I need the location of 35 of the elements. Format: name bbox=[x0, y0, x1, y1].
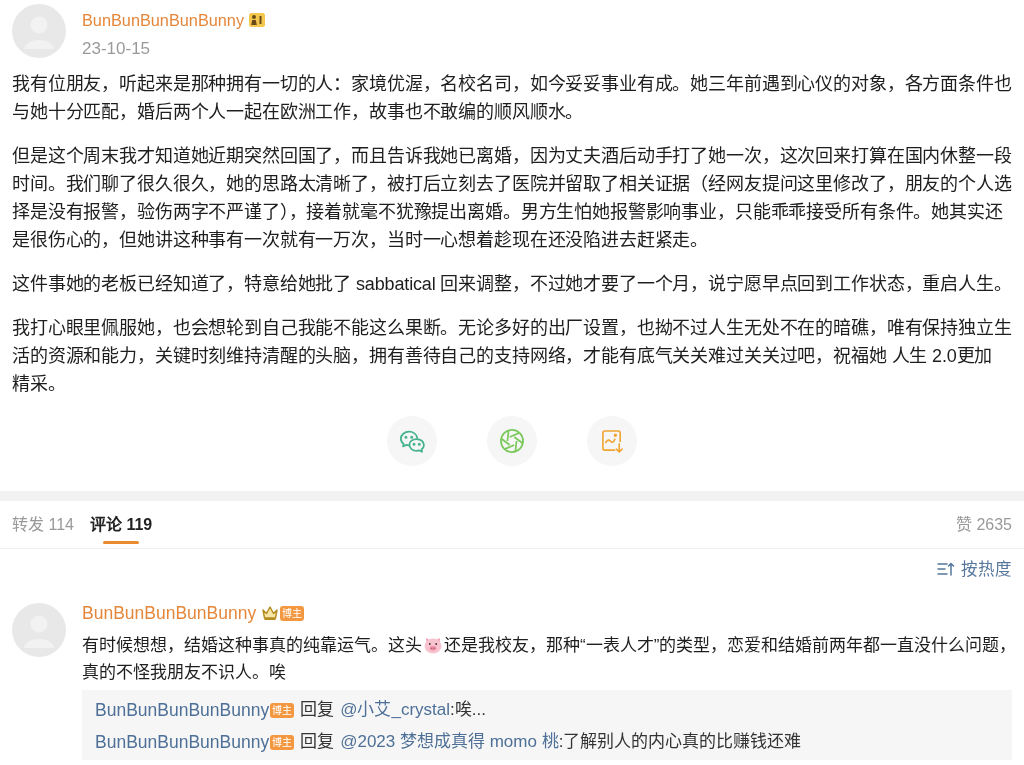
reply-label: 回复 bbox=[300, 699, 335, 722]
post-paragraph: 但是这个周末我才知道她近期突然回国了，而且告诉我她已离婚，因为丈夫酒后动手打了她一次，这次回来打算在国内休整一段 时间。我们聊了很久很久，她的思路太清晰了，被打后立刻去了医院并留取了相关证据（经网友提问这里修改了，朋友的个人选 择是没有报警，验伤两字不严谨了），接着就毫不犹豫提出离婚。男方生怕她报警影响事业，只能乖乖接受所有条件。她其实还 是很伤心的，但她讲这种事有一次就有一万次，当时一心想着趁现在还没陷进去赶紧走。 bbox=[12, 145, 1012, 252]
post-paragraph: 我有位朋友，听起来是那种拥有一切的人：家境优渥，名校名司，如今妥妥事业有成。她三年前遇到心仪的对象，各方面条件也 与她十分匹配，婚后两个人一起在欧洲工作，故事也不敢编的顺风顺水。 bbox=[12, 73, 1012, 124]
crown-icon bbox=[261, 605, 280, 621]
tab[interactable]: 转发 114 bbox=[12, 501, 74, 548]
image-download-icon bbox=[600, 428, 624, 454]
tab[interactable]: 评论 119 bbox=[89, 501, 153, 548]
author-name[interactable]: BunBunBunBunBunny bbox=[82, 8, 245, 32]
likes-tab[interactable]: 赞 2635 bbox=[955, 501, 1012, 548]
mention-link[interactable]: @小艾_crystal bbox=[340, 697, 450, 723]
share-button[interactable] bbox=[487, 416, 537, 466]
reply-label: 回复 bbox=[300, 731, 335, 754]
reply-text: :唉... bbox=[450, 699, 486, 722]
reply-author[interactable]: BunBunBunBunBunny bbox=[95, 696, 270, 724]
aperture-icon bbox=[499, 428, 525, 454]
author-tag: 博主 bbox=[270, 734, 295, 750]
post-paragraph: 这件事她的老板已经知道了，特意给她批了 sabbatical 回来调整，不过她才要了一个月，说宁愿早点回到工作状态，重启人生。 bbox=[12, 273, 1012, 296]
share-button[interactable] bbox=[387, 416, 437, 466]
post-date: 23-10-15 bbox=[82, 38, 151, 60]
reply-text: :了解别人的内心真的比赚钱还难 bbox=[558, 731, 802, 754]
sort-icon bbox=[937, 562, 955, 576]
author-tag: 博主 bbox=[270, 702, 295, 718]
commenter-name[interactable]: BunBunBunBunBunny bbox=[82, 603, 257, 623]
comment-text: 真的不怪我朋友不识人。唉 bbox=[82, 663, 286, 682]
sort-button[interactable]: 按热度 bbox=[937, 556, 1012, 582]
reply-author[interactable]: BunBunBunBunBunny bbox=[95, 728, 270, 756]
chat-bubbles-icon bbox=[398, 428, 426, 454]
badge-icon bbox=[249, 12, 266, 28]
post-paragraph: 我打心眼里佩服她，也会想轮到自己我能不能这么果断。无论多好的出厂设置，也拗不过人生无处不在的暗礁，唯有保持独立生 活的资源和能力，关键时刻维持清醒的头脑，拥有善待自己的支持网络，才能有底气关关难过关关过吧，祝福她 人生 2.0更加 精采。 bbox=[12, 317, 1012, 396]
comment-text: 还是我校友，那种“一表人才”的类型，恋爱和结婚前两年都一直没什么问题， bbox=[444, 636, 1017, 655]
pig-face-icon bbox=[423, 636, 443, 654]
author-tag: 博主 bbox=[280, 605, 305, 621]
share-button[interactable] bbox=[587, 416, 637, 466]
comment-text: 有时候想想，结婚这种事真的纯靠运气。这头 bbox=[82, 636, 422, 655]
mention-link[interactable]: @2023 梦想成真得 momo 桃 bbox=[340, 729, 559, 755]
